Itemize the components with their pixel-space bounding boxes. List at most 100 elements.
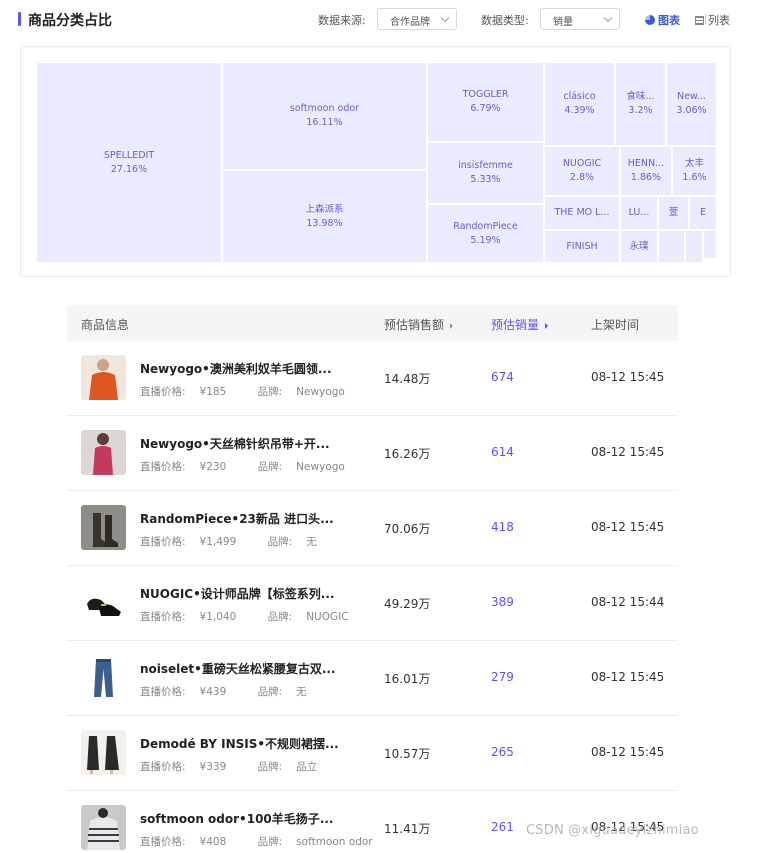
treemap-cell[interactable]: New... 3.06% <box>666 62 717 146</box>
data-type-select[interactable]: 销量 <box>540 8 620 30</box>
product-table: 商品信息 预估销售额 预估销量 上架时间 Newyogo•澳洲美利奴羊毛圆领..… <box>67 305 678 853</box>
treemap-cell[interactable]: insisfemme 5.33% <box>427 142 544 204</box>
treemap-cell-pct: 1.86% <box>630 172 662 183</box>
treemap-cell[interactable]: 永璞 <box>620 230 658 263</box>
data-type-value: 销量 <box>553 17 573 28</box>
listing-time: 08-12 15:45 <box>591 445 665 459</box>
product-meta: 直播价格: ¥185 品牌: Newyogo <box>140 384 373 399</box>
list-view-button[interactable]: 列表 <box>695 12 730 28</box>
treemap-cell[interactable]: LU... <box>620 196 658 230</box>
listing-time: 08-12 15:44 <box>591 595 665 609</box>
treemap-cell[interactable]: 萱 <box>658 196 689 230</box>
treemap-cell[interactable]: 上森派系 13.98% <box>222 170 427 263</box>
price-label: 直播价格: <box>140 761 186 773</box>
est-sales-qty: 389 <box>491 595 514 609</box>
est-sales-amount: 70.06万 <box>384 522 431 536</box>
product-name[interactable]: softmoon odor•100羊毛扬子... <box>140 810 333 827</box>
treemap-cell-name: softmoon odor <box>289 103 360 114</box>
product-name[interactable]: noiselet•重磅天丝松紧腰复古双... <box>140 660 336 677</box>
treemap-cell-pct: 1.6% <box>682 172 707 183</box>
price-label: 直播价格: <box>140 686 186 698</box>
treemap-cell[interactable] <box>703 230 717 259</box>
chart-view-button[interactable]: 图表 <box>645 12 680 28</box>
product-image[interactable] <box>81 655 126 700</box>
product-image[interactable] <box>81 505 126 550</box>
price-value: ¥408 <box>199 836 227 848</box>
treemap-cell-name: SPELLEDIT <box>103 149 155 161</box>
table-row[interactable]: noiselet•重磅天丝松紧腰复古双... 直播价格: ¥439 品牌: 无 16… <box>67 641 678 716</box>
treemap-cell[interactable]: FINISH <box>544 230 620 263</box>
header-est-sales-amount[interactable]: 预估销售额 <box>384 316 454 333</box>
brand-value: 无 <box>306 536 317 548</box>
treemap-cell[interactable]: softmoon odor 16.11% <box>222 62 427 170</box>
product-image[interactable] <box>81 430 126 475</box>
pie-chart-icon <box>645 15 655 25</box>
product-name[interactable]: Newyogo•天丝棉针织吊带+开... <box>140 435 330 452</box>
brand-info: 品牌: NUOGIC <box>268 611 363 623</box>
table-row[interactable]: Newyogo•澳洲美利奴羊毛圆领... 直播价格: ¥185 品牌: Newyog… <box>67 341 678 416</box>
list-view-label: 列表 <box>708 14 730 27</box>
treemap-cell[interactable]: THE MO L... <box>544 196 620 230</box>
treemap-cell-pct: 5.19% <box>470 234 501 246</box>
treemap-cell[interactable]: 食味... 3.2% <box>615 62 666 146</box>
price-label: 直播价格: <box>140 836 186 848</box>
treemap-cell[interactable]: HENN... 1.86% <box>620 146 672 196</box>
chart-view-label: 图表 <box>658 14 680 27</box>
est-sales-qty: 674 <box>491 370 514 384</box>
table-row[interactable]: NUOGIC•设计师品牌【标签系列... 直播价格: ¥1,040 品牌: NUOG… <box>67 566 678 641</box>
price-info: 直播价格: ¥1,040 <box>140 611 250 623</box>
treemap-cell[interactable] <box>658 230 685 263</box>
treemap-cell-pct: 13.98% <box>306 217 343 229</box>
brand-label: 品牌: <box>257 836 283 848</box>
brand-value: NUOGIC <box>306 611 349 623</box>
product-image[interactable] <box>81 805 126 850</box>
data-source-value: 合作品牌 <box>390 17 430 28</box>
brand-label: 品牌: <box>257 461 283 473</box>
treemap-cell[interactable]: NUOGIC 2.8% <box>544 146 620 196</box>
brand-info: 品牌: 品立 <box>258 761 332 773</box>
treemap-cell-name: NUOGIC <box>562 158 602 169</box>
est-sales-amount: 16.01万 <box>384 672 431 686</box>
treemap-cell[interactable]: E <box>689 196 717 230</box>
price-label: 直播价格: <box>140 536 186 548</box>
treemap-cell[interactable]: 太丰 1.6% <box>672 146 717 196</box>
product-image[interactable] <box>81 355 126 400</box>
brand-label: 品牌: <box>267 536 293 548</box>
est-sales-amount: 11.41万 <box>384 822 431 836</box>
header-est-sales-qty[interactable]: 预估销量 <box>491 316 549 333</box>
product-meta: 直播价格: ¥408 品牌: softmoon odor <box>140 834 401 849</box>
treemap-cell-pct: 2.8% <box>569 172 595 183</box>
est-sales-amount: 16.26万 <box>384 447 431 461</box>
product-name[interactable]: Newyogo•澳洲美利奴羊毛圆领... <box>140 360 332 377</box>
category-treemap: SPELLEDIT 27.16% softmoon odor 16.11% 上森… <box>36 62 717 263</box>
product-name[interactable]: Demodé BY INSIS•不规则裙摆... <box>140 735 339 752</box>
treemap-cell-name: clásico <box>563 91 596 102</box>
loafers-image <box>81 580 126 625</box>
data-source-select[interactable]: 合作品牌 <box>377 8 457 30</box>
sweater-image <box>81 355 126 400</box>
table-row[interactable]: Demodé BY INSIS•不规则裙摆... 直播价格: ¥339 品牌: 品立… <box>67 716 678 791</box>
product-image[interactable] <box>81 580 126 625</box>
table-row[interactable]: Newyogo•天丝棉针织吊带+开... 直播价格: ¥230 品牌: Newyog… <box>67 416 678 491</box>
treemap-cell[interactable]: clásico 4.39% <box>544 62 615 146</box>
treemap-cell[interactable]: SPELLEDIT 27.16% <box>36 62 222 263</box>
treemap-cell[interactable]: RandomPiece 5.19% <box>427 204 544 263</box>
knit-top-image <box>81 430 126 475</box>
table-row[interactable]: RandomPiece•23新品 进口头... 直播价格: ¥1,499 品牌: 无… <box>67 491 678 566</box>
price-info: 直播价格: ¥1,499 <box>140 536 250 548</box>
price-info: 直播价格: ¥230 <box>140 461 240 473</box>
striped-knit-image <box>81 805 126 850</box>
list-icon <box>695 15 704 25</box>
product-name[interactable]: RandomPiece•23新品 进口头... <box>140 510 334 527</box>
watermark: CSDN @xiguadeyizhimiao <box>526 823 699 838</box>
table-header: 商品信息 预估销售额 预估销量 上架时间 <box>67 305 678 341</box>
treemap-cell[interactable]: TOGGLER 6.79% <box>427 62 544 142</box>
brand-info: 品牌: 无 <box>268 536 331 548</box>
product-name[interactable]: NUOGIC•设计师品牌【标签系列... <box>140 585 334 602</box>
est-sales-qty: 418 <box>491 520 514 534</box>
est-sales-amount: 14.48万 <box>384 372 431 386</box>
treemap-cell[interactable] <box>685 230 703 263</box>
product-image[interactable] <box>81 730 126 775</box>
table-row[interactable]: softmoon odor•100羊毛扬子... 直播价格: ¥408 品牌: so… <box>67 791 678 853</box>
price-value: ¥1,499 <box>199 536 237 548</box>
